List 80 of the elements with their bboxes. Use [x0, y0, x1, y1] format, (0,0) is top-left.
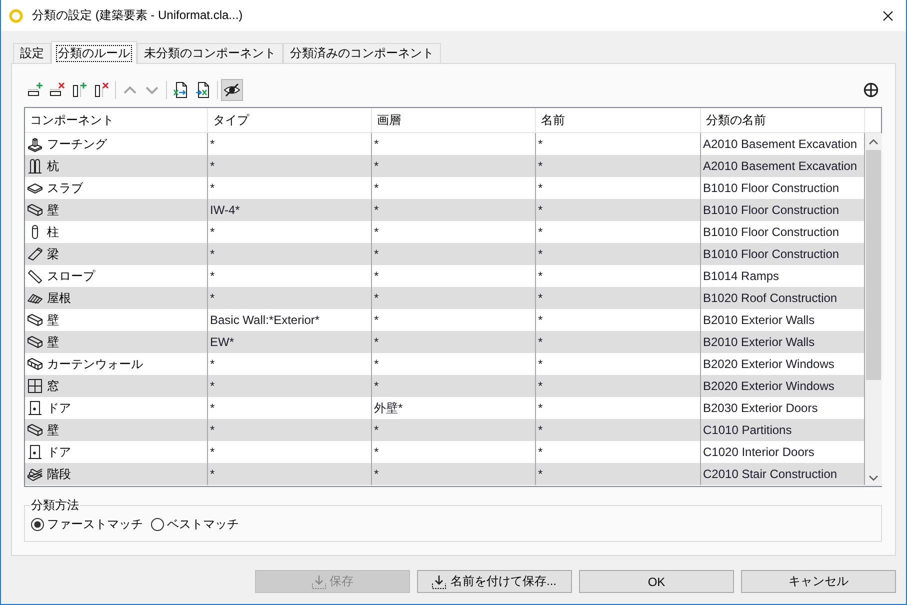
curtain-wall-icon — [27, 356, 43, 372]
ramp-icon — [27, 268, 43, 284]
beam-icon — [27, 246, 43, 262]
table-cell: * — [372, 463, 536, 485]
component-name: 屋根 — [47, 290, 71, 306]
document-arrow-icon — [173, 82, 189, 98]
scroll-up-icon[interactable] — [869, 138, 878, 144]
group-title: 分類方法 — [30, 497, 80, 514]
table-row[interactable]: 壁 IW-4* * * B1010 Floor Construction — [25, 199, 865, 221]
component-name: フーチング — [47, 136, 107, 152]
column-cross-icon — [93, 82, 109, 98]
tab[interactable]: 設定 — [13, 43, 51, 63]
table-row[interactable]: 壁 EW* * * B2010 Exterior Walls — [25, 331, 865, 353]
table-cell: * — [536, 463, 701, 485]
wall-icon — [27, 422, 43, 438]
radio-option[interactable]: ファーストマッチ — [31, 516, 143, 533]
row-plus-icon — [27, 82, 43, 98]
component-name: 柱 — [47, 224, 59, 240]
table-row[interactable]: スロープ * * * B1014 Ramps — [25, 265, 865, 287]
component-name: カーテンウォール — [47, 356, 143, 372]
document-arrow-icon — [195, 82, 211, 98]
component-name: 窓 — [47, 378, 59, 394]
door-icon — [27, 444, 43, 460]
component-name: 壁 — [47, 334, 59, 350]
stair-icon — [27, 466, 43, 482]
tab[interactable]: 未分類のコンポーネント — [137, 43, 283, 63]
table-row[interactable]: 窓 * * * B2020 Exterior Windows — [25, 375, 865, 397]
table-row[interactable]: 屋根 * * * B1020 Roof Construction — [25, 287, 865, 309]
component-name: 壁 — [47, 202, 59, 218]
window-icon — [27, 378, 43, 394]
table-row[interactable]: 杭 * * * A2010 Basement Excavation — [25, 155, 865, 177]
dialog-button[interactable]: キャンセル — [741, 570, 896, 593]
column-plus-icon — [71, 82, 87, 98]
wall-icon — [27, 312, 43, 328]
table-cell: * — [208, 463, 372, 485]
table-row[interactable]: カーテンウォール * * * B2020 Exterior Windows — [25, 353, 865, 375]
table-row[interactable]: 壁 * * * C1010 Partitions — [25, 419, 865, 441]
table-row[interactable]: 梁 * * * B1010 Floor Construction — [25, 243, 865, 265]
scrollbar-thumb[interactable] — [866, 150, 881, 380]
column-header[interactable]: 分類の名前 — [701, 108, 865, 132]
download-icon — [312, 574, 326, 588]
column-header[interactable]: コンポーネント — [25, 108, 208, 132]
pile-icon — [27, 158, 43, 174]
row-cross-icon — [49, 82, 65, 98]
tab[interactable]: 分類のルール — [51, 41, 137, 64]
vertical-scrollbar[interactable] — [865, 133, 882, 486]
radio-option[interactable]: ベストマッチ — [151, 516, 239, 533]
column-header[interactable]: タイプ — [208, 108, 372, 132]
component-name: ドア — [47, 444, 71, 460]
component-name: スラブ — [47, 180, 83, 196]
component-name: ドア — [47, 400, 71, 416]
column-header[interactable]: 名前 — [536, 108, 701, 132]
component-name: 梁 — [47, 246, 59, 262]
component-name: 杭 — [47, 158, 59, 174]
eye-slash-icon — [224, 82, 240, 98]
download-icon — [432, 574, 446, 588]
scroll-down-icon[interactable] — [869, 474, 878, 480]
table-row[interactable]: フーチング * * * A2010 Basement Excavation — [25, 133, 865, 155]
component-name: 階段 — [47, 466, 71, 482]
door-icon — [27, 400, 43, 416]
table-row[interactable]: スラブ * * * B1010 Floor Construction — [25, 177, 865, 199]
footing-icon — [27, 136, 43, 152]
component-name: 壁 — [47, 312, 59, 328]
dialog-button[interactable]: 名前を付けて保存... — [417, 570, 572, 593]
column-header[interactable]: 画層 — [372, 108, 536, 132]
table-row[interactable]: 階段 * * * C2010 Stair Construction — [25, 463, 865, 485]
radio-icon[interactable] — [31, 518, 44, 531]
visibility-toggle-button[interactable] — [221, 79, 243, 101]
tab[interactable]: 分類済みのコンポーネント — [283, 43, 441, 63]
wall-icon — [27, 202, 43, 218]
component-name: 壁 — [47, 422, 59, 438]
ring-icon — [9, 8, 23, 22]
window-title: 分類の設定 (建築要素 - Uniformat.cla...) — [32, 7, 243, 24]
table-row[interactable]: 壁 Basic Wall:*Exterior* * * B2010 Exterior Walls — [25, 309, 865, 331]
component-name: スロープ — [47, 268, 95, 284]
wall-icon — [27, 334, 43, 350]
circled-cross-icon — [863, 82, 879, 98]
radio-icon[interactable] — [151, 518, 164, 531]
dialog-button[interactable]: OK — [579, 570, 734, 593]
close-icon — [883, 10, 893, 20]
